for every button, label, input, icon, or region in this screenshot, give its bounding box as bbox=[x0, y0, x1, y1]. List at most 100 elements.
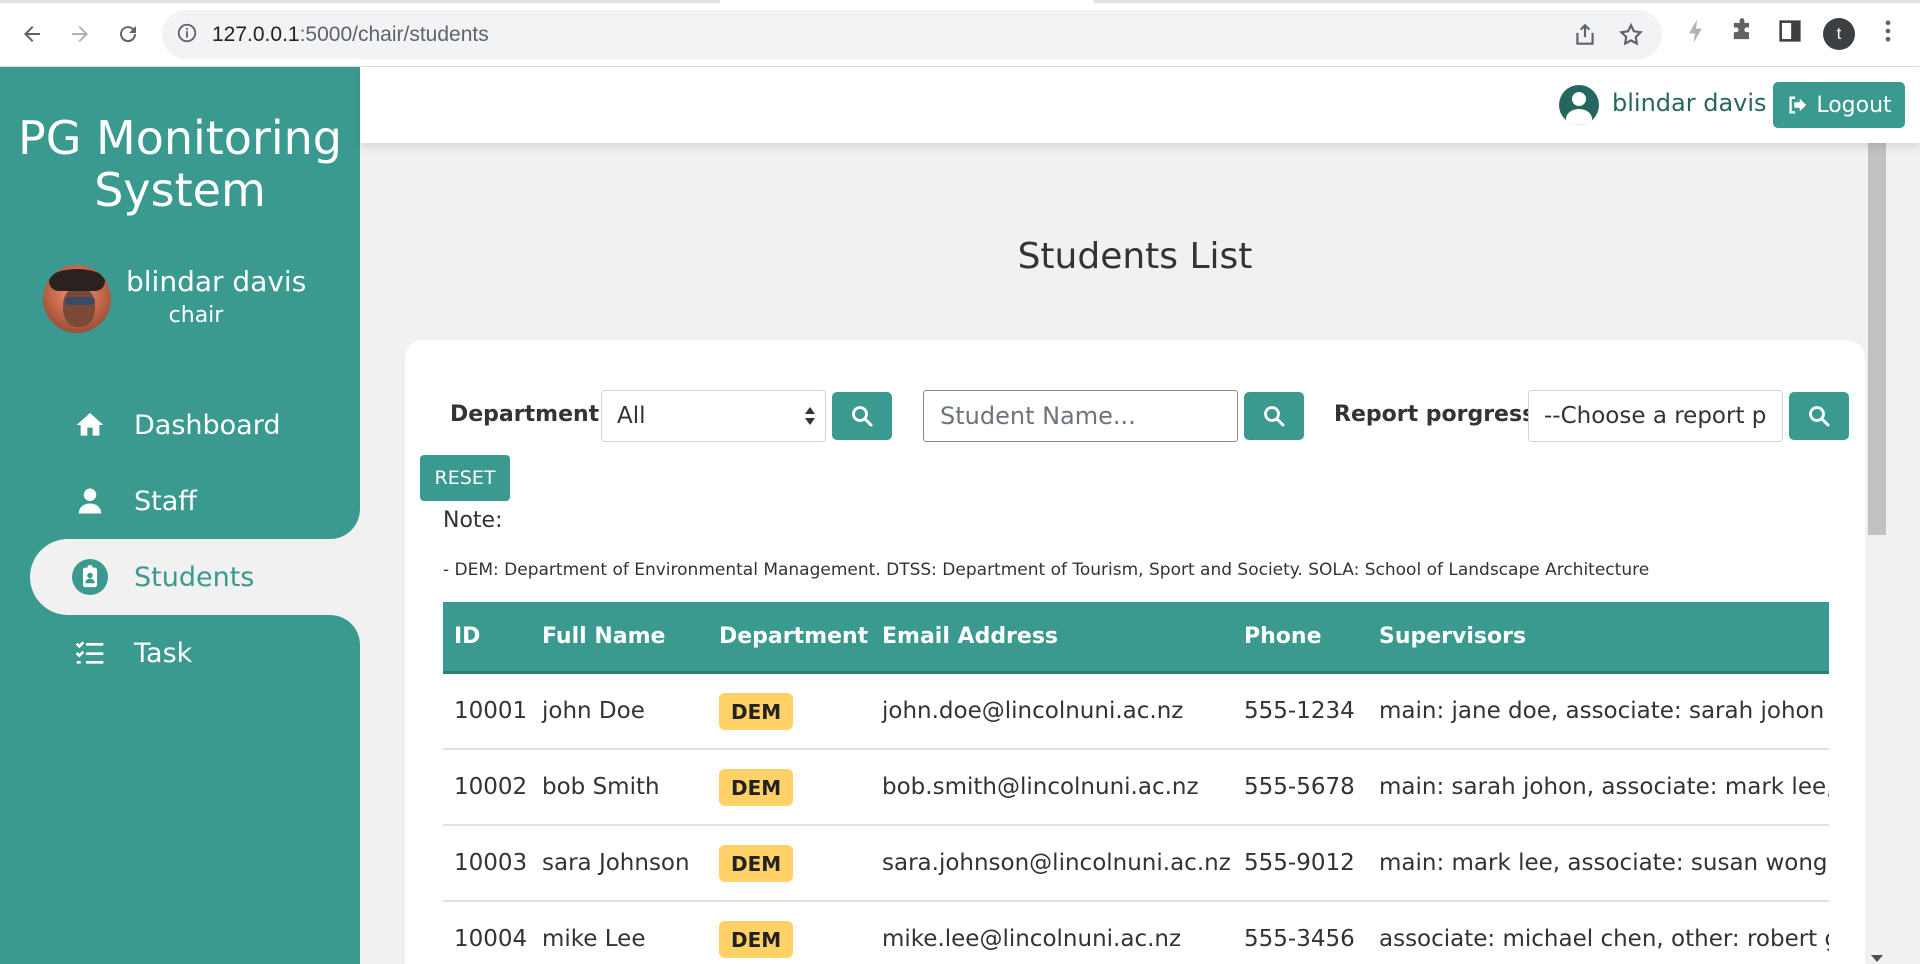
scroll-down-arrow-icon[interactable] bbox=[1871, 955, 1883, 962]
report-progress-label: Report porgress: bbox=[1334, 402, 1544, 427]
cell-phone: 555-1234 bbox=[1244, 698, 1355, 724]
header-email: Email Address bbox=[882, 624, 1059, 649]
department-search-button[interactable] bbox=[832, 392, 892, 440]
user-circle-icon bbox=[1559, 85, 1599, 125]
cell-id: 10003 bbox=[454, 850, 528, 876]
report-search-button[interactable] bbox=[1789, 392, 1849, 440]
reload-icon bbox=[120, 26, 137, 43]
header-department: Department bbox=[719, 624, 869, 649]
side-panel-icon[interactable] bbox=[1776, 17, 1804, 45]
cell-supervisors: associate: michael chen, other: robert g… bbox=[1379, 926, 1829, 952]
logout-button[interactable]: Logout bbox=[1773, 82, 1905, 128]
table-row[interactable]: 10002 bob Smith DEM bob.smith@lincolnuni… bbox=[443, 750, 1829, 826]
cell-supervisors: main: jane doe, associate: sarah johon bbox=[1379, 698, 1825, 724]
cell-id: 10002 bbox=[454, 774, 528, 800]
reload-button[interactable] bbox=[110, 16, 146, 52]
brand-line-1: PG Monitoring bbox=[18, 111, 342, 165]
profile-avatar[interactable]: t bbox=[1823, 18, 1855, 50]
extensions-puzzle-icon[interactable] bbox=[1728, 17, 1756, 45]
reset-button[interactable]: RESET bbox=[420, 455, 510, 501]
sidebar-item-task[interactable]: Task bbox=[0, 615, 360, 691]
header-phone: Phone bbox=[1244, 624, 1322, 649]
avatar-face bbox=[63, 287, 95, 327]
person-icon bbox=[72, 483, 108, 519]
student-search-button[interactable] bbox=[1244, 392, 1304, 440]
url-text[interactable]: 127.0.0.1:5000/chair/students bbox=[212, 23, 489, 47]
more-menu-icon[interactable] bbox=[1874, 17, 1902, 45]
bookmark-star-icon[interactable] bbox=[1618, 22, 1644, 48]
user-body bbox=[1566, 109, 1592, 125]
avatar-glasses bbox=[65, 297, 95, 305]
search-icon bbox=[852, 406, 873, 427]
logout-icon bbox=[1789, 96, 1807, 114]
note-label: Note: bbox=[443, 508, 503, 533]
search-icon bbox=[1809, 406, 1830, 427]
cell-phone: 555-3456 bbox=[1244, 926, 1355, 952]
sidebar-item-students[interactable]: Students bbox=[30, 539, 360, 615]
table-header: ID Full Name Department Email Address Ph… bbox=[443, 602, 1829, 674]
header-supervisors: Supervisors bbox=[1379, 624, 1527, 649]
sidebar-user: blindar davis chair bbox=[43, 265, 343, 335]
site-info-icon[interactable] bbox=[176, 22, 198, 44]
cell-supervisors: main: sarah johon, associate: mark lee, … bbox=[1379, 774, 1829, 800]
avatar-hat bbox=[49, 269, 105, 291]
sidebar-item-label: Staff bbox=[134, 485, 197, 517]
forward-arrow-icon bbox=[72, 26, 88, 42]
cell-name: sara Johnson bbox=[542, 850, 690, 876]
lightning-icon[interactable] bbox=[1682, 17, 1710, 45]
cell-phone: 555-5678 bbox=[1244, 774, 1355, 800]
sidebar-item-label: Task bbox=[134, 637, 193, 669]
tab-strip bbox=[0, 0, 1920, 3]
task-list-icon bbox=[72, 635, 108, 671]
browser-toolbar: 127.0.0.1:5000/chair/students t bbox=[0, 0, 1920, 67]
cell-name: john Doe bbox=[542, 698, 645, 724]
department-badge: DEM bbox=[719, 769, 794, 806]
scrollbar-thumb[interactable] bbox=[1868, 143, 1886, 535]
url-host: 127.0.0.1 bbox=[212, 23, 300, 46]
table-row[interactable]: 10001 john Doe DEM john.doe@lincolnuni.a… bbox=[443, 674, 1829, 750]
student-name-input[interactable]: Student Name... bbox=[923, 390, 1238, 442]
cell-phone: 555-9012 bbox=[1244, 850, 1355, 876]
sidebar-item-dashboard[interactable]: Dashboard bbox=[0, 387, 360, 463]
home-icon bbox=[72, 407, 108, 443]
table-row[interactable]: 10003 sara Johnson DEM sara.johnson@linc… bbox=[443, 826, 1829, 902]
cell-email: mike.lee@lincolnuni.ac.nz bbox=[882, 926, 1182, 952]
share-icon[interactable] bbox=[1572, 22, 1598, 48]
brand-line-2: System bbox=[94, 163, 266, 217]
header-id: ID bbox=[454, 624, 481, 649]
department-select[interactable]: All bbox=[601, 390, 826, 442]
sidebar-user-name: blindar davis bbox=[126, 265, 307, 298]
report-select[interactable]: --Choose a report p bbox=[1528, 390, 1783, 442]
cell-email: john.doe@lincolnuni.ac.nz bbox=[882, 698, 1184, 724]
forward-button[interactable] bbox=[62, 16, 98, 52]
address-bar[interactable]: 127.0.0.1:5000/chair/students bbox=[162, 10, 1662, 59]
department-badge: DEM bbox=[719, 693, 794, 730]
top-bar: blindar davis Logout bbox=[360, 67, 1920, 143]
student-name-placeholder: Student Name... bbox=[940, 402, 1136, 430]
sidebar-menu: Dashboard Staff Students Task bbox=[0, 387, 360, 691]
sidebar-user-role: chair bbox=[168, 303, 224, 328]
page-title: Students List bbox=[1017, 236, 1253, 277]
cell-name: mike Lee bbox=[542, 926, 646, 952]
tab-edge bbox=[1094, 0, 1920, 3]
student-badge-icon bbox=[72, 559, 108, 595]
cell-email: bob.smith@lincolnuni.ac.nz bbox=[882, 774, 1199, 800]
search-icon bbox=[1264, 406, 1285, 427]
logout-label: Logout bbox=[1816, 92, 1892, 118]
cell-id: 10004 bbox=[454, 926, 528, 952]
back-button[interactable] bbox=[14, 16, 50, 52]
cell-email: sara.johnson@lincolnuni.ac.nz bbox=[882, 850, 1231, 876]
sidebar-item-label: Dashboard bbox=[134, 409, 281, 441]
cell-name: bob Smith bbox=[542, 774, 660, 800]
students-table: ID Full Name Department Email Address Ph… bbox=[443, 602, 1829, 964]
avatar bbox=[43, 265, 111, 333]
brand-title: PG Monitoring System bbox=[0, 112, 360, 216]
sidebar-item-staff[interactable]: Staff bbox=[0, 463, 360, 539]
url-path: :5000/chair/students bbox=[299, 23, 489, 46]
topbar-username: blindar davis bbox=[1612, 89, 1767, 117]
table-row[interactable]: 10004 mike Lee DEM mike.lee@lincolnuni.a… bbox=[443, 902, 1829, 964]
note-text: - DEM: Department of Environmental Manag… bbox=[443, 560, 1650, 580]
sidebar: PG Monitoring System blindar davis chair… bbox=[0, 67, 360, 964]
department-select-value: All bbox=[617, 403, 646, 429]
department-badge: DEM bbox=[719, 845, 794, 882]
